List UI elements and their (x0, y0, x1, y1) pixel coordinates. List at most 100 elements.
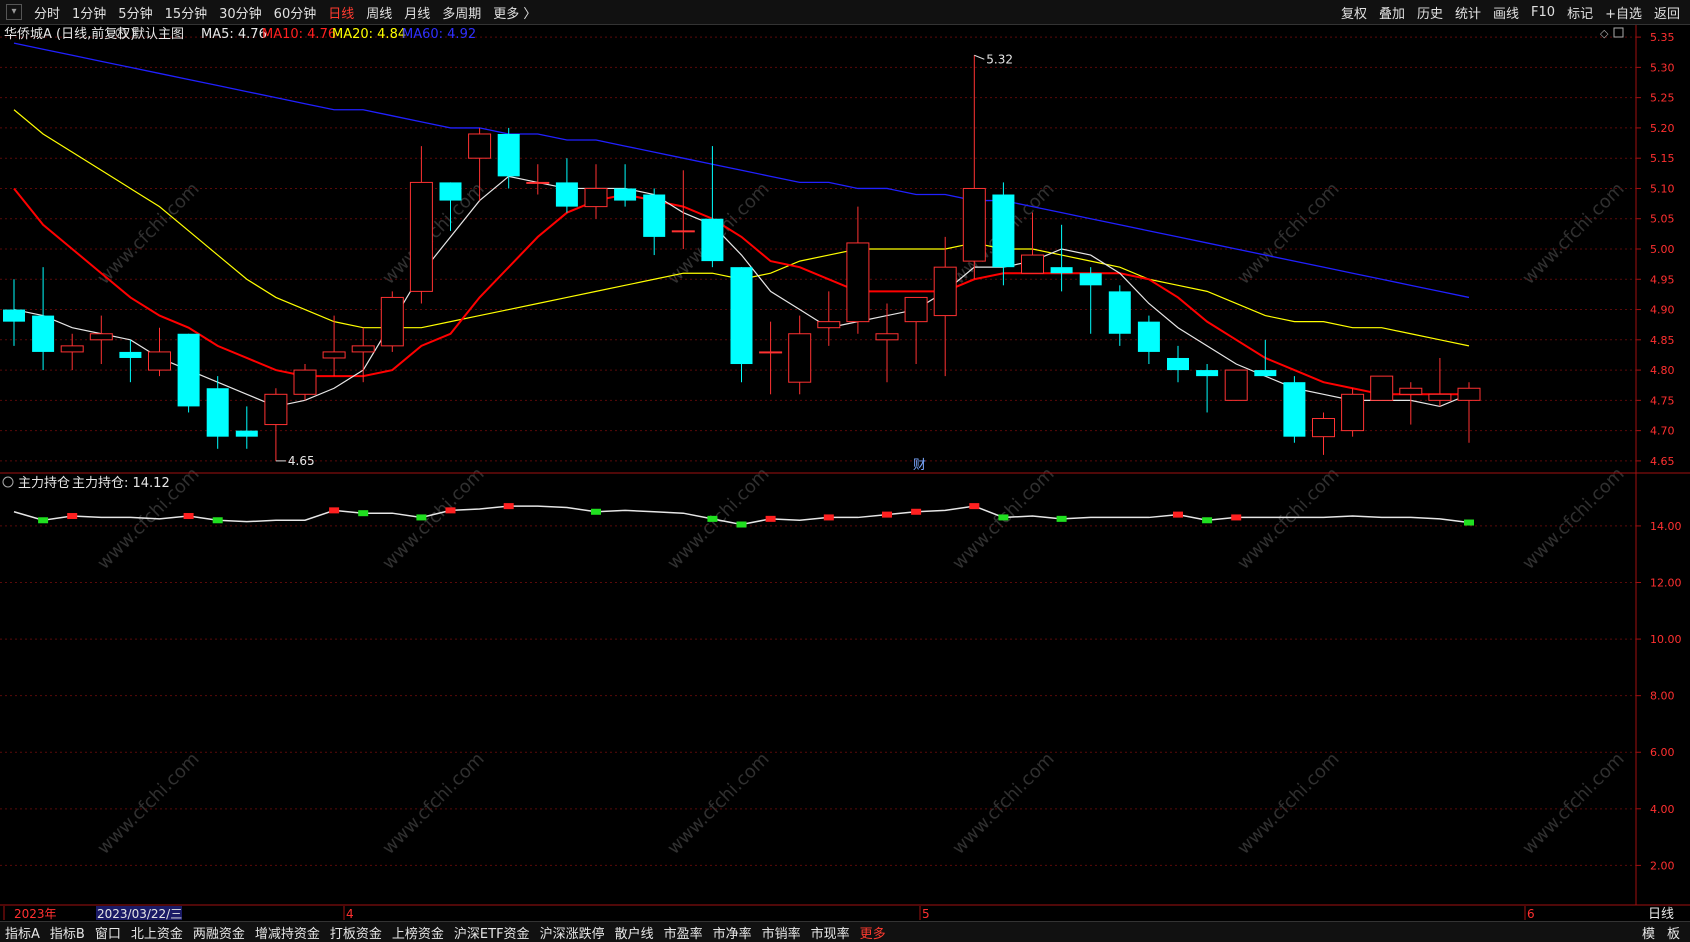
indicator-tab-9[interactable]: 沪深涨跌停 (535, 923, 610, 942)
stock-label: 华侨城A (日线,前复权) (4, 26, 135, 42)
indicator-tab-15[interactable]: 更多 (855, 923, 891, 942)
period-tab-5[interactable]: 60分钟 (268, 3, 323, 22)
bottom-right-button-1[interactable]: 板 (1661, 923, 1686, 942)
indicator-tab-13[interactable]: 市销率 (757, 923, 806, 942)
low-price-label: 4.65 (288, 454, 315, 468)
candle-body-27 (788, 333, 812, 383)
candle-body-40 (1167, 357, 1189, 371)
candle-body-42 (1224, 369, 1248, 401)
candle-body-38 (1108, 291, 1131, 334)
candle-42 (1224, 369, 1248, 401)
indicator-tab-11[interactable]: 市盈率 (659, 923, 708, 942)
toolbar-action-4[interactable]: 画线 (1487, 3, 1525, 22)
main-legend: 华侨城A (日线,前复权) 默认主图 MA5: 4.76 MA10: 4.76 … (4, 26, 476, 42)
finance-event-marker[interactable]: 财 (913, 458, 926, 473)
period-tab-1[interactable]: 1分钟 (66, 3, 112, 22)
candle-body-33 (962, 187, 986, 262)
candle-46 (1341, 388, 1365, 437)
period-tab-7[interactable]: 周线 (360, 3, 398, 22)
period-tab-3[interactable]: 15分钟 (159, 3, 214, 22)
period-tab-9[interactable]: 多周期 (436, 3, 487, 22)
indicator-tab-0[interactable]: 指标A (0, 923, 45, 942)
x-label-cursor-date: 2023/03/22/三 (97, 907, 182, 921)
candle-body-17 (497, 133, 520, 177)
holding-change-marker-1 (38, 517, 49, 524)
main-tick-label-0: 5.35 (1650, 31, 1675, 44)
candle-body-9 (264, 393, 288, 426)
period-tab-6[interactable]: 日线 (322, 3, 360, 22)
diamond-icon[interactable]: ◇ (1600, 27, 1609, 40)
main-tick-label-6: 5.05 (1650, 213, 1675, 226)
sub-title: 主力持仓 (18, 476, 70, 491)
candle-body-32 (933, 266, 957, 317)
candle-body-31 (904, 296, 928, 323)
indicator-tab-2[interactable]: 窗口 (90, 923, 126, 942)
holding-change-marker-24 (707, 515, 718, 522)
sub-legend: 主力持仓 主力持仓: 14.12 (2, 476, 170, 491)
candle-body-15 (439, 182, 462, 201)
toolbar-action-7[interactable]: +自选 (1599, 3, 1648, 22)
candle-body-41 (1196, 370, 1219, 377)
indicator-tab-4[interactable]: 两融资金 (188, 923, 250, 942)
period-tab-10[interactable]: 更多 〉 (487, 3, 542, 22)
ma10-label: MA10: 4.76 (262, 27, 336, 42)
sub-tick-label-4: 6.00 (1650, 746, 1675, 759)
candle-body-28 (817, 321, 841, 329)
indicator-tab-3[interactable]: 北上资金 (126, 923, 188, 942)
sub-tick-label-6: 2.00 (1650, 859, 1675, 872)
indicator-tab-6[interactable]: 打板资金 (325, 923, 387, 942)
indicator-tab-5[interactable]: 增减持资金 (250, 923, 325, 942)
indicator-tab-7[interactable]: 上榜资金 (387, 923, 449, 942)
period-tab-0[interactable]: 分时 (28, 3, 66, 22)
toolbar-action-1[interactable]: 叠加 (1373, 3, 1411, 22)
candle-body-25 (730, 267, 753, 365)
holding-change-marker-41 (1202, 517, 1213, 524)
main-tick-label-9: 4.90 (1650, 304, 1675, 317)
period-tab-2[interactable]: 5分钟 (112, 3, 158, 22)
holding-change-marker-2 (67, 513, 78, 520)
kline-chart[interactable]: www.cfchi.com 5.355.305.255.205.155.105.… (0, 25, 1690, 921)
candle-body-47 (1370, 375, 1394, 401)
candle-body-6 (177, 333, 200, 407)
ma5-label: MA5: 4.76 (201, 27, 267, 42)
candle-body-37 (1079, 273, 1102, 286)
toolbar-action-3[interactable]: 统计 (1449, 3, 1487, 22)
toolbar-action-5[interactable]: F10 (1525, 5, 1561, 20)
candle-body-39 (1137, 321, 1160, 352)
indicator-tab-14[interactable]: 市现率 (806, 923, 855, 942)
candle-44 (1283, 376, 1306, 443)
holding-change-marker-14 (416, 514, 427, 521)
x-axis: 2023年 2023/03/22/三 4 5 6 日线 (3, 906, 1674, 921)
indicator-tab-8[interactable]: 沪深ETF资金 (449, 923, 535, 942)
candle-body-22 (643, 194, 666, 237)
candle-body-16 (468, 133, 492, 159)
holding-change-marker-40 (1173, 511, 1183, 518)
holding-change-marker-11 (329, 507, 340, 514)
candle-body-44 (1283, 382, 1306, 437)
candle-body-26 (759, 351, 783, 354)
main-tick-label-2: 5.25 (1650, 92, 1675, 105)
indicator-tab-10[interactable]: 散户线 (610, 923, 659, 942)
indicator-tab-12[interactable]: 市净率 (708, 923, 757, 942)
candle-body-19 (555, 182, 578, 207)
toolbar-action-8[interactable]: 返回 (1648, 3, 1686, 22)
holding-change-marker-17 (503, 503, 514, 510)
period-tab-4[interactable]: 30分钟 (213, 3, 268, 22)
bottom-right-button-0[interactable]: 模 (1636, 923, 1661, 942)
menu-icon[interactable]: ▾ (6, 4, 22, 20)
candle-body-20 (584, 187, 608, 208)
candle-body-0 (3, 309, 25, 322)
toolbar-action-6[interactable]: 标记 (1561, 3, 1599, 22)
toolbar-action-2[interactable]: 历史 (1411, 3, 1449, 22)
candle-body-21 (614, 188, 637, 201)
main-tick-label-4: 5.15 (1650, 152, 1675, 165)
indicator-tab-1[interactable]: 指标B (45, 923, 90, 942)
candle-body-12 (351, 345, 375, 353)
candle-body-7 (206, 388, 229, 437)
candle-13 (380, 291, 404, 352)
toolbar-action-0[interactable]: 复权 (1335, 3, 1373, 22)
candle-6 (177, 333, 200, 413)
candle-body-4 (119, 351, 142, 358)
period-tab-8[interactable]: 月线 (398, 3, 436, 22)
candle-body-10 (293, 369, 317, 395)
